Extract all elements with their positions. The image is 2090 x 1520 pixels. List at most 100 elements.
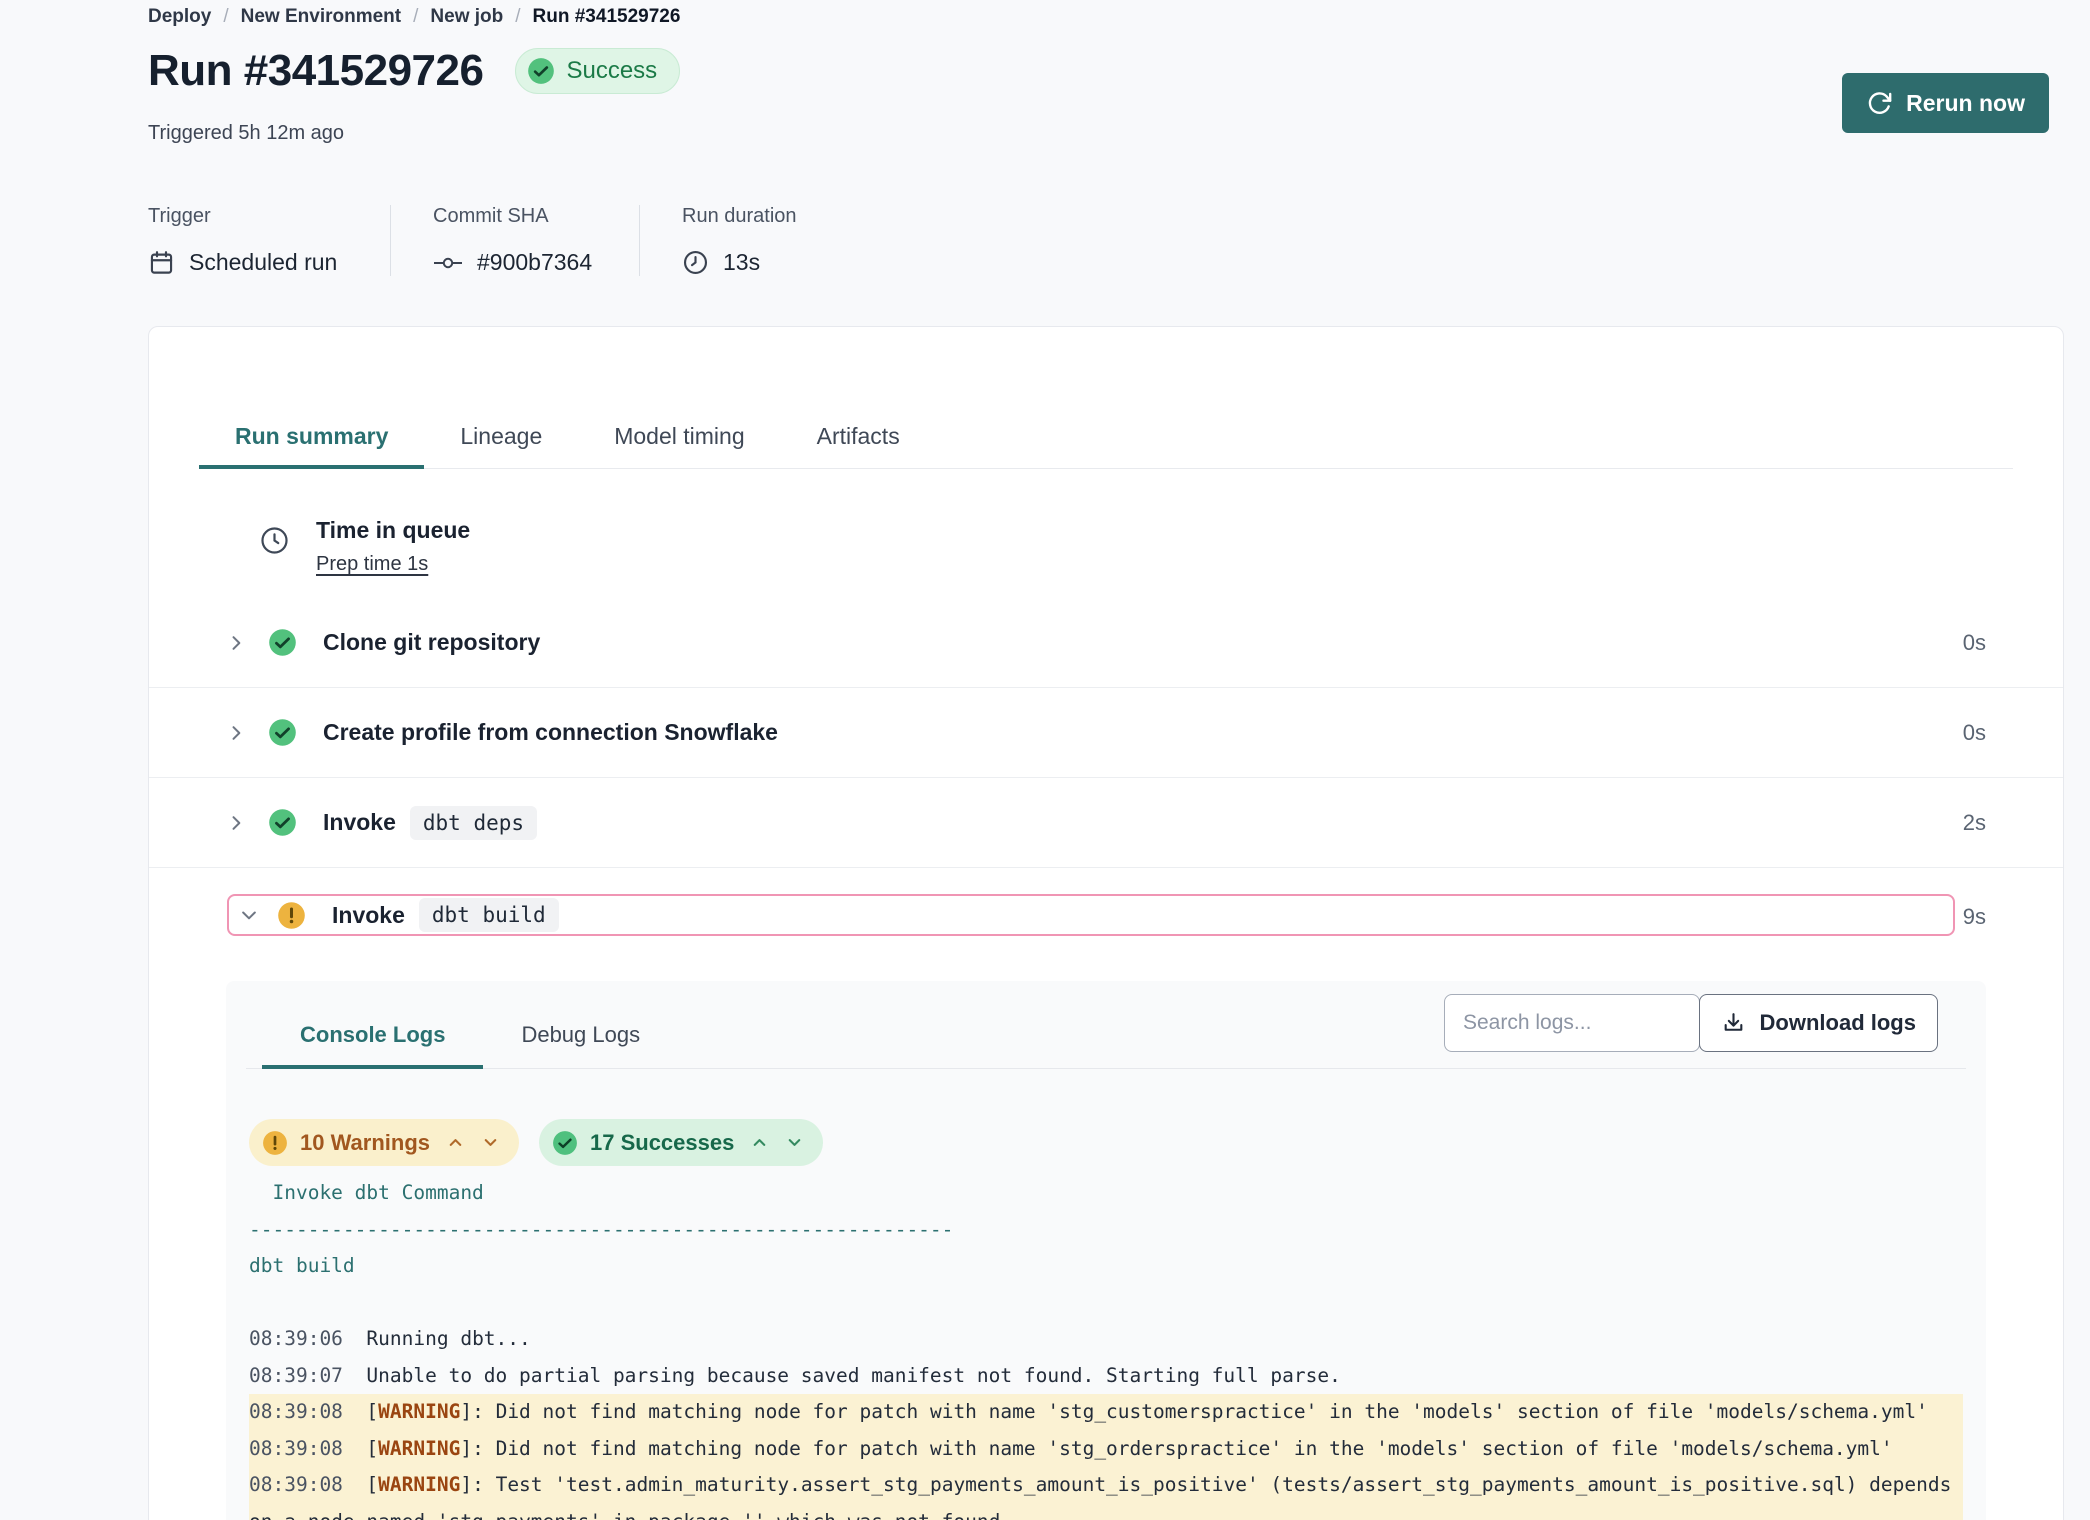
- chevron-right-icon[interactable]: [226, 813, 246, 833]
- meta-commit: Commit SHA #900b7364: [433, 205, 640, 276]
- badge-chevron-up-icon[interactable]: [446, 1133, 465, 1152]
- log-message: Running dbt...: [366, 1327, 530, 1350]
- step-row-invoke-dbt-build: Invokedbt build 9s: [149, 868, 2063, 968]
- chevron-right-icon[interactable]: [226, 723, 246, 743]
- log-timestamp: 08:39:06: [249, 1327, 366, 1350]
- commit-sha-value: #900b7364: [477, 249, 592, 276]
- badge-chevron-down-icon[interactable]: [481, 1133, 500, 1152]
- step-command: dbt build: [419, 898, 559, 932]
- chevron-right-icon[interactable]: [226, 633, 246, 653]
- step-label: Clone git repository: [323, 629, 540, 656]
- trigger-value: Scheduled run: [189, 249, 337, 276]
- log-warn-bracket: [: [366, 1437, 378, 1460]
- badge-chevron-down-icon[interactable]: [785, 1133, 804, 1152]
- log-message: ----------------------------------------…: [249, 1218, 953, 1241]
- log-warn-tag: WARNING: [378, 1437, 460, 1460]
- log-message: Unable to do partial parsing because sav…: [366, 1364, 1340, 1387]
- clock-icon: [682, 249, 709, 276]
- status-success-icon: [268, 628, 297, 657]
- commit-sha-label: Commit SHA: [433, 205, 595, 228]
- log-warn-bracket: ]:: [460, 1400, 495, 1423]
- log-line: dbt build: [249, 1248, 1963, 1285]
- log-message: Did not find matching node for patch wit…: [496, 1400, 1928, 1423]
- meta-duration: Run duration 13s: [682, 205, 841, 276]
- triggered-time: Triggered 5h 12m ago: [148, 122, 344, 145]
- log-timestamp: 08:39:08: [249, 1437, 366, 1460]
- log-warn-bracket: [: [366, 1473, 378, 1496]
- meta-trigger: Trigger Scheduled run: [148, 205, 391, 276]
- log-warn-bracket: [: [366, 1400, 378, 1423]
- step-label: Invoke: [323, 809, 396, 836]
- log-message: dbt build: [249, 1254, 355, 1277]
- log-warn-bracket: ]:: [460, 1437, 495, 1460]
- tab-model-timing[interactable]: Model timing: [578, 407, 780, 469]
- search-logs-input[interactable]: [1444, 994, 1700, 1052]
- log-line: 08:39:08 [WARNING]: Did not find matchin…: [249, 1394, 1963, 1431]
- log-line: 08:39:08 [WARNING]: Test 'test.admin_mat…: [249, 1467, 1963, 1504]
- chevron-down-icon[interactable]: [239, 905, 259, 925]
- tab-bar: Run summaryLineageModel timingArtifacts: [199, 407, 2013, 469]
- badge-chevron-up-icon[interactable]: [750, 1133, 769, 1152]
- log-line: 08:39:06 Running dbt...: [249, 1321, 1963, 1358]
- steps-list: Clone git repository0sCreate profile fro…: [149, 598, 2063, 968]
- log-filter-badges: 10 Warnings 17 Successes: [249, 1119, 823, 1166]
- step-row-clone-git-repository[interactable]: Clone git repository 0s: [149, 598, 2063, 688]
- status-warning-icon: [277, 901, 306, 930]
- selected-step-box[interactable]: Invokedbt build: [227, 894, 1955, 936]
- warning-badge-label: 10 Warnings: [300, 1130, 430, 1156]
- rerun-now-button[interactable]: Rerun now: [1842, 73, 2049, 133]
- run-duration-value: 13s: [723, 249, 760, 276]
- log-timestamp: 08:39:08: [249, 1473, 366, 1496]
- download-logs-button[interactable]: Download logs: [1699, 994, 1938, 1052]
- breadcrumb-item-new-job[interactable]: New job: [430, 6, 503, 28]
- log-line: 08:39:08 [WARNING]: Did not find matchin…: [249, 1431, 1963, 1468]
- step-row-create-profile-from-connection-snowflake[interactable]: Create profile from connection Snowflake…: [149, 688, 2063, 778]
- status-badge: Success: [515, 48, 680, 94]
- page-title: Run #341529726: [148, 46, 483, 96]
- refresh-icon: [1866, 90, 1893, 117]
- log-timestamp: 08:39:08: [249, 1400, 366, 1423]
- step-duration: 0s: [1963, 720, 1986, 746]
- success-badge-label: 17 Successes: [590, 1130, 734, 1156]
- breadcrumb-separator: /: [515, 6, 520, 28]
- log-message: Test 'test.admin_maturity.assert_stg_pay…: [496, 1473, 1952, 1496]
- step-row-invoke-dbt-deps[interactable]: Invokedbt deps2s: [149, 778, 2063, 868]
- log-line: [249, 1285, 1963, 1322]
- tab-run-summary[interactable]: Run summary: [199, 407, 424, 469]
- download-icon: [1721, 1011, 1746, 1036]
- step-duration: 0s: [1963, 630, 1986, 656]
- status-success-icon: [268, 718, 297, 747]
- console-log-output: Invoke dbt Command ----------------------…: [249, 1175, 1963, 1520]
- tab-debug-logs[interactable]: Debug Logs: [483, 1005, 678, 1069]
- log-timestamp: 08:39:07: [249, 1364, 366, 1387]
- run-duration-label: Run duration: [682, 205, 797, 228]
- log-line: 08:39:07 Unable to do partial parsing be…: [249, 1358, 1963, 1395]
- log-line: on a node named 'stg_payments' in packag…: [249, 1504, 1963, 1520]
- breadcrumb-item-new-environment[interactable]: New Environment: [241, 6, 401, 28]
- log-warn-tag: WARNING: [378, 1473, 460, 1496]
- run-summary-card: Run summaryLineageModel timingArtifacts …: [148, 326, 2064, 1520]
- clock-icon: [259, 525, 290, 576]
- breadcrumb-separator: /: [223, 6, 228, 28]
- time-in-queue-title: Time in queue: [316, 517, 470, 544]
- tab-console-logs[interactable]: Console Logs: [262, 1005, 483, 1069]
- git-commit-icon: [433, 252, 463, 274]
- calendar-icon: [148, 249, 175, 276]
- time-in-queue: Time in queue Prep time 1s: [259, 517, 470, 576]
- warning-badge[interactable]: 10 Warnings: [249, 1119, 519, 1166]
- rerun-now-label: Rerun now: [1906, 90, 2025, 117]
- warning-circle-icon: [262, 1130, 288, 1156]
- step-duration: 9s: [1963, 904, 1986, 930]
- tab-artifacts[interactable]: Artifacts: [781, 407, 936, 469]
- log-line: Invoke dbt Command: [249, 1175, 1963, 1212]
- status-badge-label: Success: [566, 57, 657, 85]
- header: Run #341529726 Success: [148, 46, 680, 96]
- trigger-label: Trigger: [148, 205, 346, 228]
- log-message: on a node named 'stg_payments' in packag…: [249, 1510, 1000, 1520]
- tab-lineage[interactable]: Lineage: [424, 407, 578, 469]
- log-warn-tag: WARNING: [378, 1400, 460, 1423]
- prep-time-link[interactable]: Prep time 1s: [316, 553, 428, 576]
- download-logs-label: Download logs: [1760, 1010, 1916, 1036]
- success-badge[interactable]: 17 Successes: [539, 1119, 823, 1166]
- breadcrumb-item-deploy[interactable]: Deploy: [148, 6, 211, 28]
